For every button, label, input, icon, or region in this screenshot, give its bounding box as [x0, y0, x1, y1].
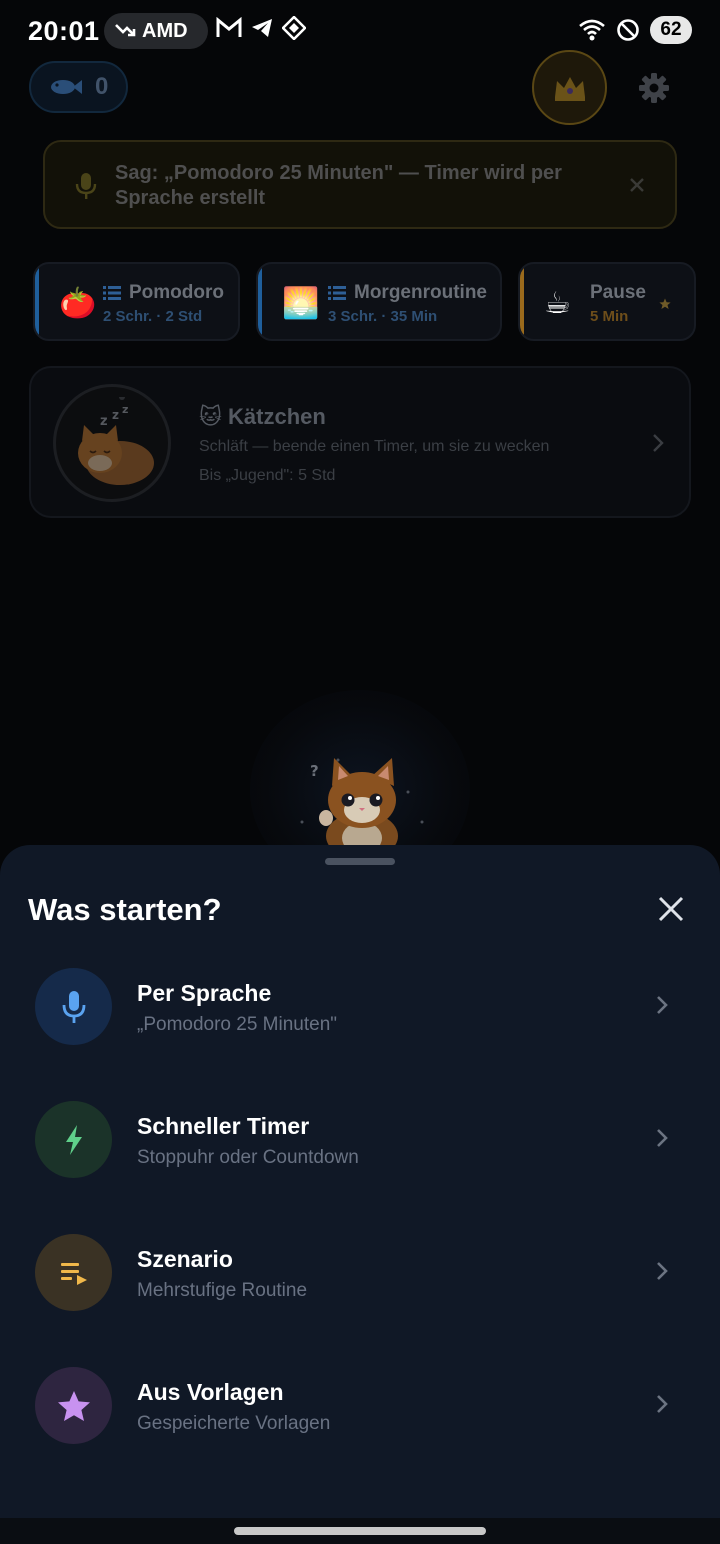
wifi-icon — [579, 19, 605, 41]
option-voice-icon-bg — [35, 968, 112, 1045]
template-chip-pause[interactable]: ☕ Pause 5 Min — [518, 262, 696, 341]
chevron-right-icon — [657, 996, 668, 1014]
template-chips: 🍅 Pomodoro 2 Schr. · 2 Std 🌅 Morgenrouti… — [0, 262, 720, 342]
pet-card[interactable]: z z z 🐱 Kätzchen Schläft — beende einen … — [29, 366, 691, 518]
chip-title-text: Morgenroutine — [354, 282, 487, 303]
notification-icons — [216, 16, 306, 40]
list-icon — [103, 286, 121, 300]
option-subtitle: „Pomodoro 25 Minuten" — [137, 1014, 338, 1035]
start-bottom-sheet: Was starten? Per Sprache „Pomodoro 25 Mi… — [0, 845, 720, 1544]
status-bar: 20:01 AMD 62 — [0, 0, 720, 62]
option-title: Aus Vorlagen — [137, 1379, 284, 1405]
fish-counter[interactable]: 0 — [29, 61, 128, 113]
sheet-title: Was starten? — [28, 892, 222, 927]
list-icon — [328, 286, 346, 300]
svg-text:z: z — [112, 408, 119, 422]
template-chip-pomodoro[interactable]: 🍅 Pomodoro 2 Schr. · 2 Std — [33, 262, 240, 341]
chip-title: Pomodoro — [103, 282, 224, 304]
coffee-icon: ☕ — [544, 287, 571, 320]
chip-subtitle: 2 Schr. · 2 Std — [103, 308, 203, 325]
pet-status: Schläft — beende einen Timer, um sie zu … — [199, 438, 550, 455]
close-icon[interactable] — [627, 175, 647, 195]
chip-title: Morgenroutine — [328, 282, 487, 304]
option-quick-timer[interactable]: Schneller Timer Stoppuhr oder Countdown — [0, 1101, 720, 1211]
close-icon — [658, 896, 684, 922]
chevron-right-icon — [657, 1395, 668, 1413]
chip-subtitle: 3 Schr. · 35 Min — [328, 308, 438, 325]
option-title: Szenario — [137, 1246, 233, 1272]
home-gesture-handle[interactable] — [234, 1527, 486, 1535]
option-subtitle: Gespeicherte Vorlagen — [137, 1413, 331, 1434]
tomato-icon: 🍅 — [59, 287, 97, 320]
voice-hint-banner[interactable]: Sag: „Pomodoro 25 Minuten" — Timer wird … — [43, 140, 677, 229]
pet-title: 🐱 Kätzchen — [199, 404, 326, 429]
option-voice[interactable]: Per Sprache „Pomodoro 25 Minuten" — [0, 968, 720, 1078]
sheet-drag-handle[interactable] — [325, 858, 395, 865]
mic-icon — [75, 173, 97, 199]
chip-title-text: Pomodoro — [129, 282, 224, 303]
chip-accent — [520, 264, 524, 339]
sleeping-cat-icon: z z z — [78, 397, 154, 485]
option-quick-timer-icon-bg — [35, 1101, 112, 1178]
svg-text:z: z — [100, 414, 108, 429]
telegram-icon — [252, 19, 272, 37]
lightning-icon — [65, 1124, 82, 1155]
curious-cat-icon: ? — [300, 758, 424, 846]
app-background: 20:01 AMD 62 0 Sag: „Pomodoro 25 Minuten… — [0, 0, 720, 1544]
close-sheet-button[interactable] — [652, 890, 690, 928]
do-not-disturb-icon — [617, 19, 639, 41]
pet-avatar: z z z — [53, 384, 171, 502]
option-scenario[interactable]: Szenario Mehrstufige Routine — [0, 1234, 720, 1344]
chip-title: Pause — [590, 282, 646, 304]
status-time: 20:01 — [28, 16, 100, 46]
chevron-right-icon — [657, 1262, 668, 1280]
playlist-icon — [60, 1262, 87, 1285]
sunrise-icon: 🌅 — [282, 287, 320, 320]
option-scenario-icon-bg — [35, 1234, 112, 1311]
option-title: Schneller Timer — [137, 1113, 310, 1139]
premium-button[interactable] — [532, 50, 607, 125]
star-icon — [659, 298, 671, 309]
settings-button[interactable] — [634, 68, 674, 108]
crown-icon — [554, 76, 585, 101]
svg-text:z: z — [122, 403, 128, 416]
status-pill-text: AMD — [142, 19, 188, 42]
option-subtitle: Stoppuhr oder Countdown — [137, 1147, 359, 1168]
chevron-right-icon — [653, 434, 664, 452]
battery-indicator: 62 — [650, 16, 692, 44]
star-icon — [57, 1390, 90, 1421]
pet-progress: Bis „Jugend": 5 Std — [199, 467, 336, 484]
gear-icon — [639, 73, 669, 103]
fish-icon — [51, 80, 82, 94]
trending-down-icon — [115, 24, 136, 37]
chip-accent — [35, 264, 39, 339]
option-title: Per Sprache — [137, 980, 272, 1006]
status-pill: AMD — [104, 13, 208, 49]
svg-text:?: ? — [310, 762, 319, 780]
option-subtitle: Mehrstufige Routine — [137, 1280, 308, 1301]
chevron-right-icon — [657, 1129, 668, 1147]
system-icons: 62 — [578, 16, 692, 44]
mic-icon — [62, 990, 85, 1023]
chip-subtitle: 5 Min — [590, 308, 629, 325]
chip-title-text: Pause — [590, 282, 646, 303]
gmail-icon — [216, 17, 242, 37]
app-icon — [282, 16, 306, 40]
chip-accent — [258, 264, 262, 339]
template-chip-morgenroutine[interactable]: 🌅 Morgenroutine 3 Schr. · 35 Min — [256, 262, 502, 341]
fish-count: 0 — [95, 73, 109, 100]
option-templates[interactable]: Aus Vorlagen Gespeicherte Vorlagen — [0, 1367, 720, 1477]
option-templates-icon-bg — [35, 1367, 112, 1444]
voice-hint-text: Sag: „Pomodoro 25 Minuten" — Timer wird … — [115, 162, 562, 209]
